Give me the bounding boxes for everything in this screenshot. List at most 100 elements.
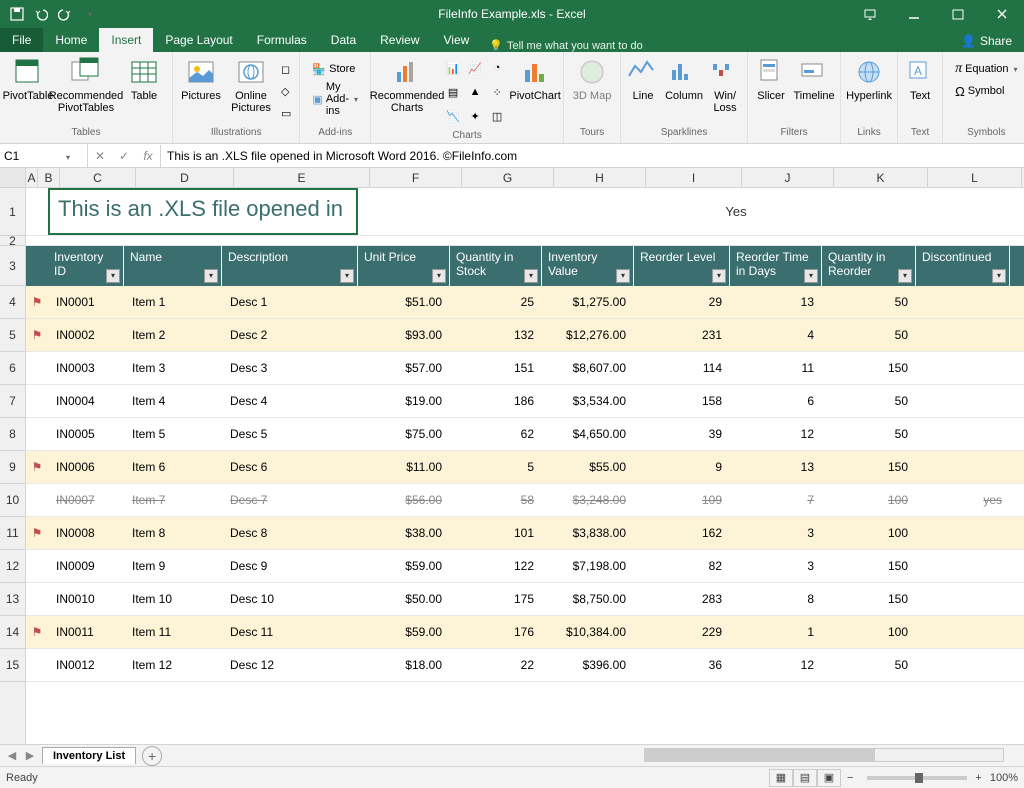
table-header-8[interactable]: Quantity in Reorder▾ bbox=[822, 246, 916, 286]
row-header-8[interactable]: 8 bbox=[0, 418, 25, 451]
view-pagelayout-icon[interactable]: ▤ bbox=[793, 769, 817, 787]
column-header-G[interactable]: G bbox=[462, 168, 554, 187]
screenshot-button[interactable]: ▭ bbox=[277, 102, 295, 124]
3dmap-button[interactable]: 3D Map bbox=[568, 54, 616, 104]
zoom-out-icon[interactable]: − bbox=[847, 772, 853, 784]
column-header-D[interactable]: D bbox=[136, 168, 234, 187]
filter-dropdown-icon[interactable]: ▾ bbox=[992, 269, 1006, 283]
table-row[interactable]: IN0004 Item 4 Desc 4 $19.00 186 $3,534.0… bbox=[26, 385, 1024, 418]
cells-area[interactable]: This is an .XLS file opened in Yes Inven… bbox=[26, 188, 1024, 744]
row-header-3[interactable]: 3 bbox=[0, 246, 25, 286]
row-header-1[interactable]: 1 bbox=[0, 188, 25, 236]
column-header-K[interactable]: K bbox=[834, 168, 928, 187]
tab-formulas[interactable]: Formulas bbox=[245, 28, 319, 52]
filter-dropdown-icon[interactable]: ▾ bbox=[340, 269, 354, 283]
tab-home[interactable]: Home bbox=[43, 28, 99, 52]
view-normal-icon[interactable]: ▦ bbox=[769, 769, 793, 787]
column-header-B[interactable]: B bbox=[38, 168, 60, 187]
column-header-H[interactable]: H bbox=[554, 168, 646, 187]
pictures-button[interactable]: Pictures bbox=[177, 54, 225, 104]
name-box[interactable] bbox=[0, 144, 88, 167]
stock-chart-icon[interactable]: 📉 bbox=[443, 106, 463, 126]
table-row[interactable]: IN0009 Item 9 Desc 9 $59.00 122 $7,198.0… bbox=[26, 550, 1024, 583]
column-header-E[interactable]: E bbox=[234, 168, 370, 187]
table-row[interactable]: IN0010 Item 10 Desc 10 $50.00 175 $8,750… bbox=[26, 583, 1024, 616]
select-all-corner[interactable] bbox=[0, 168, 26, 187]
table-header-5[interactable]: Inventory Value▾ bbox=[542, 246, 634, 286]
formula-input[interactable]: This is an .XLS file opened in Microsoft… bbox=[161, 149, 1024, 163]
zoom-thumb[interactable] bbox=[915, 773, 923, 783]
table-row[interactable]: ⚑ IN0008 Item 8 Desc 8 $38.00 101 $3,838… bbox=[26, 517, 1024, 550]
store-button[interactable]: 🏪Store bbox=[308, 58, 362, 80]
minimize-icon[interactable] bbox=[892, 0, 936, 28]
column-header-J[interactable]: J bbox=[742, 168, 834, 187]
table-header-4[interactable]: Quantity in Stock▾ bbox=[450, 246, 542, 286]
view-pagebreak-icon[interactable]: ▣ bbox=[817, 769, 841, 787]
share-button[interactable]: 👤Share bbox=[949, 30, 1024, 52]
table-row[interactable]: IN0005 Item 5 Desc 5 $75.00 62 $4,650.00… bbox=[26, 418, 1024, 451]
table-row[interactable]: ⚑ IN0002 Item 2 Desc 2 $93.00 132 $12,27… bbox=[26, 319, 1024, 352]
table-row[interactable]: ⚑ IN0011 Item 11 Desc 11 $59.00 176 $10,… bbox=[26, 616, 1024, 649]
yes-cell[interactable]: Yes bbox=[690, 188, 782, 235]
cancel-formula-icon[interactable]: ✕ bbox=[88, 145, 112, 167]
row-header-10[interactable]: 10 bbox=[0, 484, 25, 517]
symbol-button[interactable]: ΩSymbol bbox=[951, 80, 1021, 102]
sparkline-line-button[interactable]: Line bbox=[625, 54, 661, 104]
tab-data[interactable]: Data bbox=[319, 28, 368, 52]
scatter-chart-icon[interactable]: ⁘ bbox=[487, 82, 507, 102]
table-header-0[interactable]: Inventory ID▾ bbox=[48, 246, 124, 286]
row-header-2[interactable]: 2 bbox=[0, 236, 25, 246]
line-chart-icon[interactable]: 📈 bbox=[465, 58, 485, 78]
hyperlink-button[interactable]: Hyperlink bbox=[845, 54, 893, 104]
title-cell[interactable]: This is an .XLS file opened in bbox=[48, 188, 358, 235]
column-header-I[interactable]: I bbox=[646, 168, 742, 187]
row-header-4[interactable]: 4 bbox=[0, 286, 25, 319]
sparkline-winloss-button[interactable]: Win/ Loss bbox=[707, 54, 743, 116]
column-header-L[interactable]: L bbox=[928, 168, 1022, 187]
row-header-12[interactable]: 12 bbox=[0, 550, 25, 583]
smartart-button[interactable]: ◇ bbox=[277, 80, 295, 102]
table-row[interactable]: IN0007 Item 7 Desc 7 $56.00 58 $3,248.00… bbox=[26, 484, 1024, 517]
fx-icon[interactable]: fx bbox=[136, 145, 160, 167]
shapes-button[interactable]: ◻ bbox=[277, 58, 295, 80]
radar-chart-icon[interactable]: ✦ bbox=[465, 106, 485, 126]
scrollbar-thumb[interactable] bbox=[645, 749, 875, 761]
ribbon-options-icon[interactable] bbox=[848, 0, 892, 28]
filter-dropdown-icon[interactable]: ▾ bbox=[712, 269, 726, 283]
filter-dropdown-icon[interactable]: ▾ bbox=[616, 269, 630, 283]
enter-formula-icon[interactable]: ✓ bbox=[112, 145, 136, 167]
sparkline-column-button[interactable]: Column bbox=[663, 54, 705, 104]
table-header-7[interactable]: Reorder Time in Days▾ bbox=[730, 246, 822, 286]
table-row[interactable]: IN0012 Item 12 Desc 12 $18.00 22 $396.00… bbox=[26, 649, 1024, 682]
redo-icon[interactable] bbox=[54, 3, 76, 25]
row-header-5[interactable]: 5 bbox=[0, 319, 25, 352]
tab-pagelayout[interactable]: Page Layout bbox=[153, 28, 244, 52]
row-header-6[interactable]: 6 bbox=[0, 352, 25, 385]
table-row[interactable]: IN0003 Item 3 Desc 3 $57.00 151 $8,607.0… bbox=[26, 352, 1024, 385]
filter-dropdown-icon[interactable]: ▾ bbox=[524, 269, 538, 283]
table-button[interactable]: Table bbox=[120, 54, 168, 104]
table-header-2[interactable]: Description▾ bbox=[222, 246, 358, 286]
tell-me-search[interactable]: 💡Tell me what you want to do bbox=[489, 39, 642, 52]
name-box-input[interactable] bbox=[4, 149, 64, 163]
table-header-9[interactable]: Discontinued▾ bbox=[916, 246, 1010, 286]
row-header-7[interactable]: 7 bbox=[0, 385, 25, 418]
text-button[interactable]: AText bbox=[902, 54, 938, 104]
column-header-F[interactable]: F bbox=[370, 168, 462, 187]
maximize-icon[interactable] bbox=[936, 0, 980, 28]
row-header-15[interactable]: 15 bbox=[0, 649, 25, 682]
slicer-button[interactable]: Slicer bbox=[752, 54, 790, 104]
filter-dropdown-icon[interactable]: ▾ bbox=[898, 269, 912, 283]
pivotchart-button[interactable]: PivotChart bbox=[511, 54, 559, 104]
tab-view[interactable]: View bbox=[432, 28, 482, 52]
close-icon[interactable] bbox=[980, 0, 1024, 28]
row-header-13[interactable]: 13 bbox=[0, 583, 25, 616]
row-header-11[interactable]: 11 bbox=[0, 517, 25, 550]
myaddins-button[interactable]: ▣My Add-ins bbox=[308, 88, 362, 110]
tab-insert[interactable]: Insert bbox=[99, 28, 153, 52]
save-icon[interactable] bbox=[6, 3, 28, 25]
timeline-button[interactable]: Timeline bbox=[792, 54, 836, 104]
filter-dropdown-icon[interactable]: ▾ bbox=[804, 269, 818, 283]
zoom-in-icon[interactable]: + bbox=[975, 772, 981, 784]
row-header-14[interactable]: 14 bbox=[0, 616, 25, 649]
